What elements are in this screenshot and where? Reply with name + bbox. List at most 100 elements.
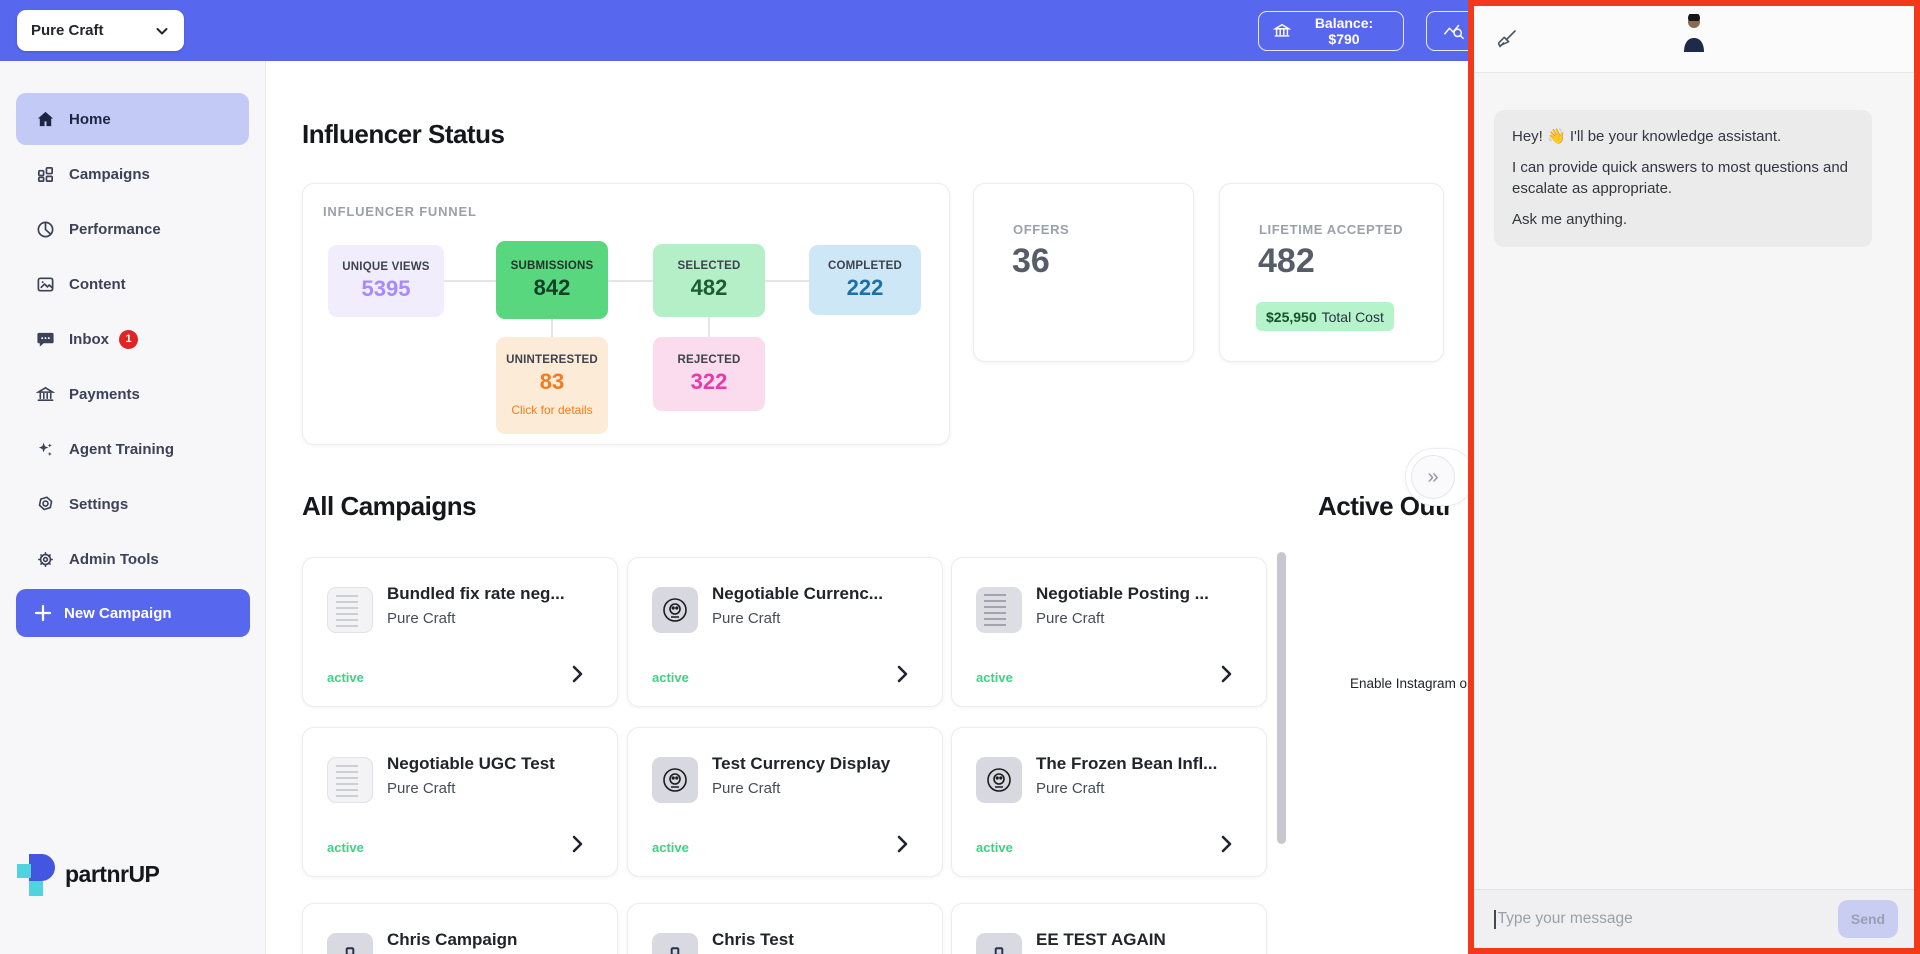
- chevron-right-icon[interactable]: [565, 832, 589, 856]
- assistant-message-line: Hey! 👋 I'll be your knowledge assistant.: [1512, 127, 1854, 147]
- brand-selector[interactable]: Pure Craft: [17, 10, 184, 51]
- inbox-unread-badge: 1: [119, 330, 138, 349]
- click-for-details-link[interactable]: Click for details: [511, 403, 592, 417]
- lifetime-accepted-value: 482: [1258, 242, 1315, 281]
- sidebar-item-agent-training[interactable]: Agent Training: [16, 423, 249, 475]
- campaign-card[interactable]: Chris Campaign: [302, 903, 618, 954]
- sparkles-icon: [34, 438, 56, 460]
- chat-message-input[interactable]: [1498, 910, 1839, 928]
- partnrup-logo: partnrUP: [17, 852, 159, 896]
- funnel-label: INFLUENCER FUNNEL: [323, 204, 477, 219]
- campaign-card[interactable]: EE TEST AGAIN: [951, 903, 1267, 954]
- status-badge: active: [652, 840, 689, 855]
- campaigns-icon: [34, 163, 56, 185]
- campaign-thumbnail: [652, 933, 698, 954]
- campaign-card[interactable]: Test Currency Display Pure Craft active: [627, 727, 943, 877]
- assistant-avatar: [1681, 14, 1707, 52]
- total-cost-badge: $25,950 Total Cost: [1256, 302, 1394, 331]
- campaign-card[interactable]: Negotiable UGC Test Pure Craft active: [302, 727, 618, 877]
- influencer-status-title: Influencer Status: [302, 119, 504, 150]
- funnel-stage-rejected: REJECTED 322: [653, 337, 765, 411]
- campaign-card[interactable]: Negotiable Currenc... Pure Craft active: [627, 557, 943, 707]
- chevron-right-icon[interactable]: [1214, 662, 1238, 686]
- chevron-right-icon[interactable]: [890, 662, 914, 686]
- home-icon: [34, 108, 56, 130]
- double-chevron-right-icon: »: [1427, 467, 1438, 487]
- frozen-bean-logo: [976, 757, 1022, 803]
- status-badge: active: [976, 670, 1013, 685]
- assistant-message-line: Ask me anything.: [1512, 210, 1854, 230]
- bank-icon: [34, 383, 56, 405]
- collapse-panel-button[interactable]: »: [1411, 455, 1455, 499]
- sidebar-nav: Home Campaigns Performance: [0, 61, 265, 585]
- offers-value: 36: [1012, 242, 1050, 281]
- sidebar-item-admin-tools[interactable]: Admin Tools: [16, 533, 249, 585]
- sidebar-item-inbox[interactable]: Inbox 1: [16, 313, 249, 365]
- influencer-funnel-card: INFLUENCER FUNNEL UNIQUE VIEWS 5395 SUBM…: [302, 183, 950, 445]
- chevron-right-icon[interactable]: [565, 662, 589, 686]
- campaign-card[interactable]: Negotiable Posting ... Pure Craft active: [951, 557, 1267, 707]
- offers-card: OFFERS 36: [973, 183, 1194, 362]
- frozen-bean-logo: [652, 757, 698, 803]
- campaign-thumbnail: [327, 933, 373, 954]
- campaign-card[interactable]: The Frozen Bean Infl... Pure Craft activ…: [951, 727, 1267, 877]
- chat-bubble-icon: [34, 328, 56, 350]
- campaign-thumbnail: [976, 587, 1022, 633]
- chat-input-row: Send: [1474, 889, 1914, 948]
- logo-mark-icon: [17, 852, 57, 896]
- funnel-stage-unique-views: UNIQUE VIEWS 5395: [328, 245, 444, 317]
- settings-icon: [34, 493, 56, 515]
- send-button[interactable]: Send: [1838, 900, 1898, 938]
- balance-label: Balance: $790: [1299, 15, 1389, 47]
- chevron-right-icon[interactable]: [1214, 832, 1238, 856]
- sidebar-item-payments[interactable]: Payments: [16, 368, 249, 420]
- campaign-card[interactable]: Chris Test: [627, 903, 943, 954]
- plus-icon: [34, 604, 52, 622]
- chevron-right-icon[interactable]: [890, 832, 914, 856]
- assistant-message-line: I can provide quick answers to most ques…: [1512, 158, 1854, 199]
- funnel-stage-submissions: SUBMISSIONS 842: [496, 241, 608, 319]
- sidebar: Home Campaigns Performance: [0, 61, 266, 954]
- clear-chat-broom-icon[interactable]: [1494, 24, 1524, 54]
- sidebar-item-content[interactable]: Content: [16, 258, 249, 310]
- status-badge: active: [327, 670, 364, 685]
- all-campaigns-title: All Campaigns: [302, 491, 476, 522]
- chat-header: [1474, 6, 1914, 73]
- sidebar-item-home[interactable]: Home: [16, 93, 249, 145]
- knowledge-assistant-panel: Hey! 👋 I'll be your knowledge assistant.…: [1468, 0, 1920, 954]
- chart-search-icon: [1443, 21, 1465, 41]
- funnel-connector: [708, 317, 710, 337]
- funnel-connector: [608, 280, 653, 282]
- image-icon: [34, 273, 56, 295]
- offers-label: OFFERS: [1013, 222, 1069, 237]
- status-badge: active: [976, 840, 1013, 855]
- funnel-stage-uninterested[interactable]: UNINTERESTED 83 Click for details: [496, 337, 608, 434]
- bank-icon: [1273, 22, 1291, 40]
- sidebar-item-performance[interactable]: Performance: [16, 203, 249, 255]
- funnel-connector: [551, 319, 553, 337]
- campaigns-scrollbar[interactable]: [1277, 552, 1286, 844]
- brand-selector-label: Pure Craft: [31, 22, 104, 39]
- funnel-connector: [444, 280, 496, 282]
- chevron-down-icon: [154, 23, 170, 39]
- lifetime-accepted-card: LIFETIME ACCEPTED 482 $25,950 Total Cost: [1219, 183, 1444, 362]
- campaign-thumbnail: [976, 933, 1022, 954]
- enable-instagram-text: Enable Instagram o: [1350, 676, 1467, 691]
- campaign-card[interactable]: Bundled fix rate neg... Pure Craft activ…: [302, 557, 618, 707]
- balance-button[interactable]: Balance: $790: [1258, 11, 1404, 51]
- status-badge: active: [327, 840, 364, 855]
- campaign-thumbnail: [327, 587, 373, 633]
- funnel-stage-completed: COMPLETED 222: [809, 245, 921, 315]
- sidebar-item-settings[interactable]: Settings: [16, 478, 249, 530]
- funnel-stage-selected: SELECTED 482: [653, 244, 765, 317]
- status-badge: active: [652, 670, 689, 685]
- sidebar-item-campaigns[interactable]: Campaigns: [16, 148, 249, 200]
- new-campaign-button[interactable]: New Campaign: [16, 589, 250, 637]
- funnel-connector: [765, 280, 809, 282]
- frozen-bean-logo: [652, 587, 698, 633]
- gear-icon: [34, 548, 56, 570]
- assistant-message-bubble: Hey! 👋 I'll be your knowledge assistant.…: [1494, 110, 1872, 247]
- pie-chart-icon: [34, 218, 56, 240]
- lifetime-accepted-label: LIFETIME ACCEPTED: [1259, 222, 1403, 237]
- text-cursor: [1494, 910, 1496, 929]
